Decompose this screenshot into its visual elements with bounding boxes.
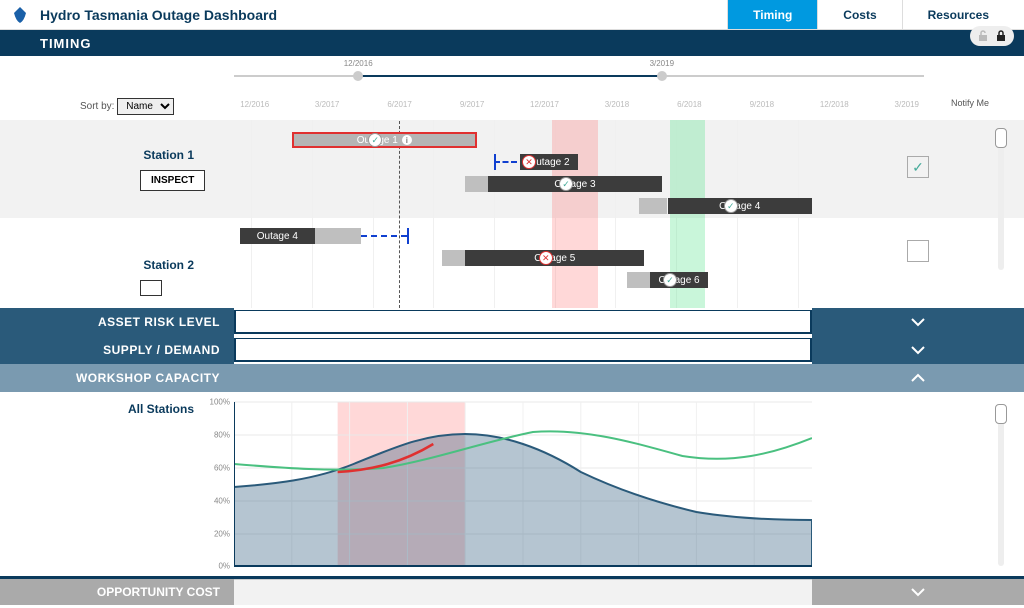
axis-tick: 3/2017 xyxy=(315,100,339,109)
accordion-opportunity[interactable]: OPPORTUNITY COST xyxy=(0,579,1024,605)
notify-label: Notify Me xyxy=(951,98,989,108)
section-title: TIMING xyxy=(0,30,1024,56)
workshop-chart: 100% 80% 60% 40% 20% 0% xyxy=(234,392,812,576)
y-tick: 100% xyxy=(210,398,230,407)
range-fill xyxy=(358,75,662,77)
range-start-label: 12/2016 xyxy=(344,59,373,68)
outage-bar[interactable]: ✕ Outage 2 xyxy=(520,154,578,170)
outage-label: Outage 4 xyxy=(257,231,298,242)
outage-bar-ghost xyxy=(639,198,668,214)
demand-area xyxy=(234,434,812,566)
risk-band-red xyxy=(552,120,598,308)
workshop-chart-area: All Stations 100% 80% 60% xyxy=(0,392,1024,576)
workshop-chart-svg xyxy=(234,392,812,576)
sort-select[interactable]: Name xyxy=(117,98,174,115)
outage-bar[interactable]: ✓ Outage 1 i xyxy=(292,132,477,148)
range-handle-start[interactable] xyxy=(353,71,363,81)
axis-tick: 6/2017 xyxy=(387,100,411,109)
axis-tick: 12/2018 xyxy=(820,100,849,109)
outage-bar[interactable]: ✓ Outage 4 xyxy=(668,198,813,214)
range-handle-end[interactable] xyxy=(657,71,667,81)
notify-checkbox-station-1[interactable]: ✓ xyxy=(907,156,929,178)
accordion-workshop-label: WORKSHOP CAPACITY xyxy=(0,364,234,392)
outage-bar[interactable]: ✓ Outage 3 xyxy=(488,176,661,192)
axis-tick: 3/2019 xyxy=(895,100,919,109)
notify-checkbox-station-2[interactable] xyxy=(907,240,929,262)
range-end-label: 3/2019 xyxy=(650,59,674,68)
stations-panel: Station 1 INSPECT Station 2 xyxy=(0,120,234,308)
station-2-name: Station 2 xyxy=(0,258,234,272)
drag-connector xyxy=(361,235,407,237)
axis-tick: 9/2018 xyxy=(750,100,774,109)
accordion-supply[interactable]: SUPPLY / DEMAND xyxy=(0,336,1024,364)
drag-connector xyxy=(494,161,517,163)
sort-control: Sort by: Name xyxy=(80,98,174,115)
lock-closed-icon xyxy=(994,29,1008,43)
y-tick: 0% xyxy=(218,562,230,571)
scroll-thumb[interactable] xyxy=(995,404,1007,424)
time-range-control: 12/2016 3/2019 xyxy=(0,56,1024,96)
timeline-axis: Sort by: Name 12/2016 3/2017 6/2017 9/20… xyxy=(0,96,1024,120)
chevron-down-icon xyxy=(910,345,926,355)
outage-bar-ghost xyxy=(627,272,650,288)
accordion-risk[interactable]: ASSET RISK LEVEL xyxy=(0,308,1024,336)
y-tick: 60% xyxy=(214,464,230,473)
status-x-icon: ✕ xyxy=(522,155,536,169)
vertical-scroll[interactable] xyxy=(998,130,1004,270)
gantt-area: Station 1 INSPECT Station 2 Today ✓ Outa… xyxy=(0,120,1024,308)
accordion-opportunity-label: OPPORTUNITY COST xyxy=(0,579,234,605)
drag-handle[interactable] xyxy=(407,228,409,244)
accordion-risk-label: ASSET RISK LEVEL xyxy=(0,308,234,336)
lock-open-icon xyxy=(976,29,990,43)
axis-tick: 12/2017 xyxy=(530,100,559,109)
tab-costs[interactable]: Costs xyxy=(817,0,901,29)
outage-bar-ghost xyxy=(442,250,465,266)
outage-bar[interactable]: ✓ Outage 6 xyxy=(650,272,708,288)
accordion-supply-label: SUPPLY / DEMAND xyxy=(0,336,234,364)
accordion-workshop[interactable]: WORKSHOP CAPACITY xyxy=(0,364,1024,392)
status-ok-icon: ✓ xyxy=(724,199,738,213)
outage-bar[interactable]: Outage 4 xyxy=(240,228,315,244)
vertical-scroll-2[interactable] xyxy=(998,406,1004,566)
outage-bar[interactable]: ✕ Outage 5 xyxy=(465,250,644,266)
workshop-chart-title: All Stations xyxy=(0,392,234,576)
outage-bar-ghost xyxy=(465,176,488,192)
today-marker-line xyxy=(399,120,400,308)
chevron-down-icon xyxy=(910,587,926,597)
tab-resources[interactable]: Resources xyxy=(902,0,1014,29)
inspect-button-2[interactable] xyxy=(140,280,162,296)
lock-toggle[interactable] xyxy=(970,26,1014,46)
chevron-down-icon xyxy=(910,317,926,327)
status-x-icon: ✕ xyxy=(539,251,553,265)
inspect-button[interactable]: INSPECT xyxy=(140,170,205,191)
sort-label: Sort by: xyxy=(80,101,114,112)
tab-timing[interactable]: Timing xyxy=(727,0,817,29)
station-1-name: Station 1 xyxy=(0,148,234,162)
app-title: Hydro Tasmania Outage Dashboard xyxy=(40,7,727,23)
y-tick: 80% xyxy=(214,431,230,440)
chevron-up-icon xyxy=(910,373,926,383)
axis-tick: 3/2018 xyxy=(605,100,629,109)
right-panel: ✓ xyxy=(812,120,1024,308)
gantt-chart[interactable]: Today ✓ Outage 1 i ✕ Outage 2 ✓ Outage 3… xyxy=(234,120,812,308)
axis-tick: 9/2017 xyxy=(460,100,484,109)
outage-bar-ghost xyxy=(315,228,361,244)
info-icon[interactable]: i xyxy=(402,135,412,145)
scroll-thumb[interactable] xyxy=(995,128,1007,148)
logo-icon xyxy=(10,5,30,25)
axis-tick: 6/2018 xyxy=(677,100,701,109)
y-tick: 40% xyxy=(214,497,230,506)
y-tick: 20% xyxy=(214,530,230,539)
nav-tabs: Timing Costs Resources xyxy=(727,0,1014,29)
app-header: Hydro Tasmania Outage Dashboard Timing C… xyxy=(0,0,1024,30)
axis-tick: 12/2016 xyxy=(240,100,269,109)
drag-handle[interactable] xyxy=(494,154,496,170)
status-ok-icon: ✓ xyxy=(663,273,677,287)
status-ok-icon: ✓ xyxy=(559,177,573,191)
